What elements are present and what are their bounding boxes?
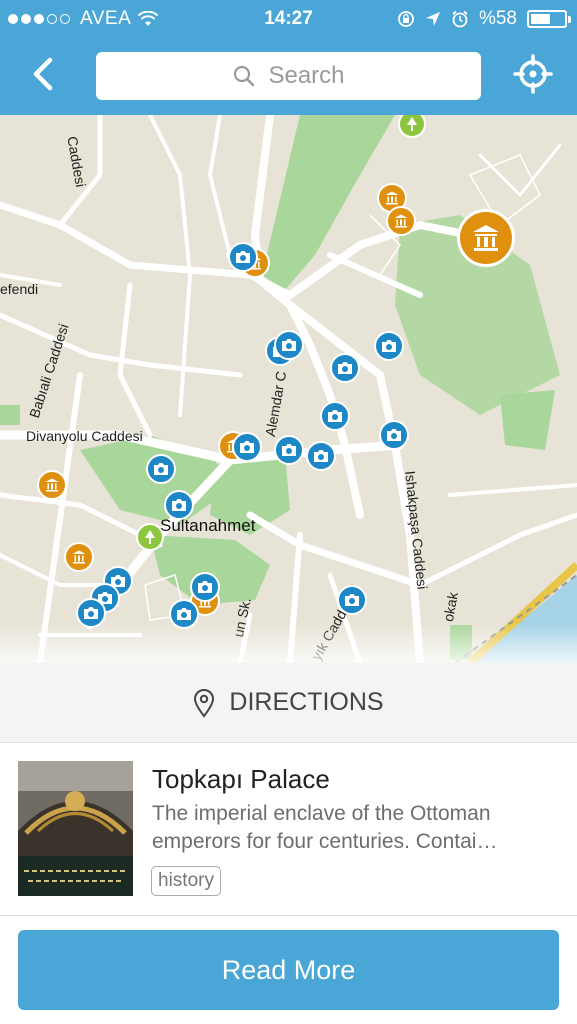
rotation-lock-icon bbox=[398, 11, 414, 27]
camera-icon bbox=[282, 444, 296, 456]
camera-icon bbox=[282, 339, 296, 351]
camera-icon bbox=[314, 450, 328, 462]
camera-icon bbox=[387, 429, 401, 441]
camera-icon bbox=[240, 441, 254, 453]
photo-spot-pin[interactable] bbox=[228, 242, 258, 272]
map-view[interactable]: Caddesi efendi Babıali Caddesi Divanyolu… bbox=[0, 115, 577, 663]
bottom-bar: Read More bbox=[0, 916, 577, 1024]
battery-icon bbox=[527, 10, 571, 28]
camera-icon bbox=[345, 594, 359, 606]
photo-spot-pin[interactable] bbox=[164, 490, 194, 520]
place-description: The imperial enclave of the Ottoman empe… bbox=[152, 800, 552, 856]
museum-icon bbox=[394, 214, 408, 228]
map-fade bbox=[0, 623, 577, 663]
photo-spot-pin[interactable] bbox=[274, 435, 304, 465]
locate-me-button[interactable] bbox=[513, 54, 553, 94]
directions-button[interactable]: DIRECTIONS bbox=[0, 663, 577, 743]
location-arrow-icon bbox=[425, 12, 440, 26]
camera-icon bbox=[198, 581, 212, 593]
search-input[interactable]: Search bbox=[96, 52, 481, 100]
photo-spot-pin[interactable] bbox=[379, 420, 409, 450]
search-icon bbox=[234, 65, 255, 87]
museum-pin[interactable] bbox=[64, 542, 94, 572]
place-description-line: emperors for four centuries. Contai… bbox=[152, 830, 498, 853]
museum-pin[interactable] bbox=[37, 470, 67, 500]
category-tag[interactable]: history bbox=[151, 866, 221, 896]
museum-icon bbox=[385, 191, 399, 205]
back-button[interactable] bbox=[22, 52, 66, 96]
camera-icon bbox=[328, 410, 342, 422]
photo-spot-pin[interactable] bbox=[337, 585, 367, 615]
photo-spot-pin[interactable] bbox=[320, 401, 350, 431]
place-card[interactable]: Topkapı Palace The imperial enclave of t… bbox=[0, 744, 577, 916]
crosshair-icon bbox=[513, 54, 553, 94]
park-pin[interactable] bbox=[136, 523, 164, 551]
museum-icon bbox=[473, 225, 499, 251]
street-label: Divanyolu Caddesi bbox=[26, 428, 143, 444]
topkapi-palace-pin[interactable] bbox=[457, 209, 515, 267]
map-base bbox=[0, 115, 577, 663]
camera-icon bbox=[84, 607, 98, 619]
park-area bbox=[500, 390, 555, 450]
museum-icon bbox=[72, 550, 86, 564]
photo-spot-pin[interactable] bbox=[146, 454, 176, 484]
camera-icon bbox=[177, 608, 191, 620]
camera-icon bbox=[382, 340, 396, 352]
tree-icon bbox=[407, 117, 417, 131]
battery-percent: %58 bbox=[478, 8, 517, 29]
read-more-button[interactable]: Read More bbox=[18, 930, 559, 1010]
street-label: efendi bbox=[0, 281, 39, 297]
chevron-left-icon bbox=[33, 57, 53, 91]
status-bar: AVEA 14:27 %58 bbox=[0, 0, 577, 40]
search-placeholder: Search bbox=[268, 62, 345, 89]
place-title: Topkapı Palace bbox=[152, 764, 330, 794]
photo-spot-pin[interactable] bbox=[330, 353, 360, 383]
photo-spot-pin[interactable] bbox=[232, 432, 262, 462]
photo-spot-pin[interactable] bbox=[374, 331, 404, 361]
status-right: %58 bbox=[397, 8, 571, 30]
tree-icon bbox=[145, 530, 155, 544]
park-area bbox=[0, 405, 20, 425]
museum-icon bbox=[45, 478, 59, 492]
museum-pin[interactable] bbox=[386, 206, 416, 236]
map-pin-icon bbox=[194, 688, 215, 718]
photo-spot-pin[interactable] bbox=[274, 330, 304, 360]
directions-label: DIRECTIONS bbox=[229, 688, 384, 716]
camera-icon bbox=[338, 362, 352, 374]
camera-icon bbox=[172, 499, 186, 511]
alarm-icon bbox=[452, 10, 468, 28]
place-thumbnail bbox=[18, 761, 133, 896]
place-description-line: The imperial enclave of the Ottoman bbox=[152, 802, 491, 825]
photo-spot-pin[interactable] bbox=[306, 441, 336, 471]
camera-icon bbox=[154, 463, 168, 475]
nav-bar: Search bbox=[0, 40, 577, 115]
top-bar: AVEA 14:27 %58 Search bbox=[0, 0, 577, 115]
camera-icon bbox=[236, 251, 250, 263]
photo-spot-pin[interactable] bbox=[190, 572, 220, 602]
